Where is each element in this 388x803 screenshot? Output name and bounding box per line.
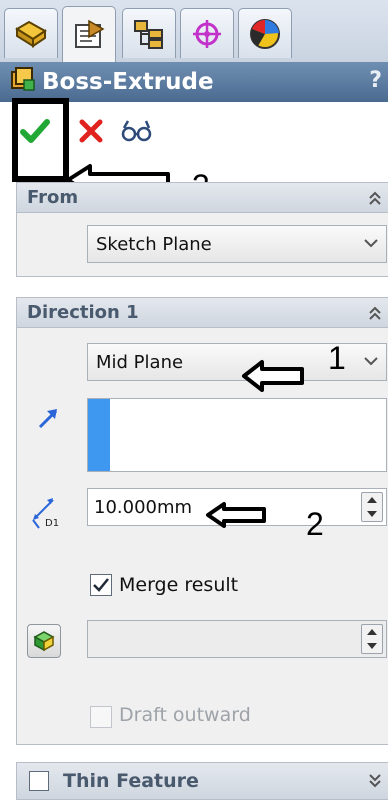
chevron-down-icon (364, 357, 378, 366)
direction-selection-box[interactable] (87, 398, 387, 472)
thin-feature-checkbox[interactable] (29, 771, 49, 791)
tab-dimxpert-manager[interactable] (180, 8, 234, 58)
spin-down-icon[interactable] (367, 511, 377, 517)
annotation-label-2: 2 (306, 506, 324, 542)
boss-extrude-icon (10, 66, 36, 98)
draft-outward-label: Draft outward (119, 704, 251, 726)
draft-angle-spinner[interactable] (361, 624, 383, 654)
feature-manager-icon (15, 20, 47, 48)
draft-icon (33, 631, 55, 652)
from-group-header[interactable]: From (17, 183, 388, 213)
draft-outward-checkbox[interactable] (90, 706, 112, 728)
draft-toggle-button[interactable] (27, 624, 61, 658)
help-icon[interactable]: ? (369, 68, 382, 93)
detailed-preview-button[interactable] (120, 118, 154, 148)
property-manager-icon (75, 19, 105, 48)
chevron-down-icon (364, 239, 378, 248)
thin-feature-header[interactable]: Thin Feature (17, 763, 388, 799)
configuration-manager-icon (134, 19, 163, 49)
property-manager-title-bar: Boss-Extrude ? (0, 62, 388, 102)
collapse-chevron-icon (369, 191, 381, 205)
feature-title: Boss-Extrude (42, 69, 214, 95)
from-group-title: From (27, 187, 79, 208)
reverse-direction-icon[interactable] (37, 406, 61, 430)
tab-property-manager[interactable] (62, 6, 116, 62)
annotation-arrow-1 (242, 360, 304, 392)
cancel-x-icon (79, 119, 103, 143)
expand-chevron-icon (369, 774, 381, 788)
thin-feature-group: Thin Feature (16, 762, 388, 800)
draft-angle-input[interactable] (87, 620, 387, 658)
from-group: From Sketch Plane (16, 182, 388, 277)
annotation-arrow-2 (206, 502, 266, 528)
dimxpert-icon (193, 19, 221, 48)
detailed-preview-icon (121, 120, 152, 142)
spin-down-icon[interactable] (367, 643, 377, 649)
spin-up-icon[interactable] (367, 497, 377, 503)
tab-display-manager[interactable] (238, 8, 292, 58)
tab-feature-manager[interactable] (4, 8, 58, 58)
checkmark-icon (93, 578, 109, 592)
merge-result-checkbox[interactable] (90, 574, 112, 596)
start-condition-dropdown[interactable]: Sketch Plane (87, 225, 387, 263)
cancel-button[interactable] (78, 118, 104, 148)
direction1-group-header[interactable]: Direction 1 (17, 298, 388, 328)
depth-spinner[interactable] (361, 492, 383, 522)
display-manager-icon (250, 18, 280, 49)
collapse-chevron-icon (369, 306, 381, 320)
annotation-label-1: 1 (328, 340, 346, 376)
thin-feature-label: Thin Feature (63, 770, 199, 792)
direction1-group-title: Direction 1 (27, 302, 139, 323)
merge-result-label: Merge result (119, 574, 239, 596)
start-condition-value: Sketch Plane (96, 233, 212, 255)
annotation-highlight-box (12, 98, 69, 182)
end-condition-value: Mid Plane (96, 351, 184, 373)
manager-tab-strip (0, 0, 388, 62)
selection-color-swatch (88, 399, 110, 471)
tab-configuration-manager[interactable] (122, 8, 176, 58)
spin-up-icon[interactable] (367, 629, 377, 635)
depth-value: 10.000mm (94, 496, 193, 518)
depth-icon-label: D1 (45, 518, 60, 529)
